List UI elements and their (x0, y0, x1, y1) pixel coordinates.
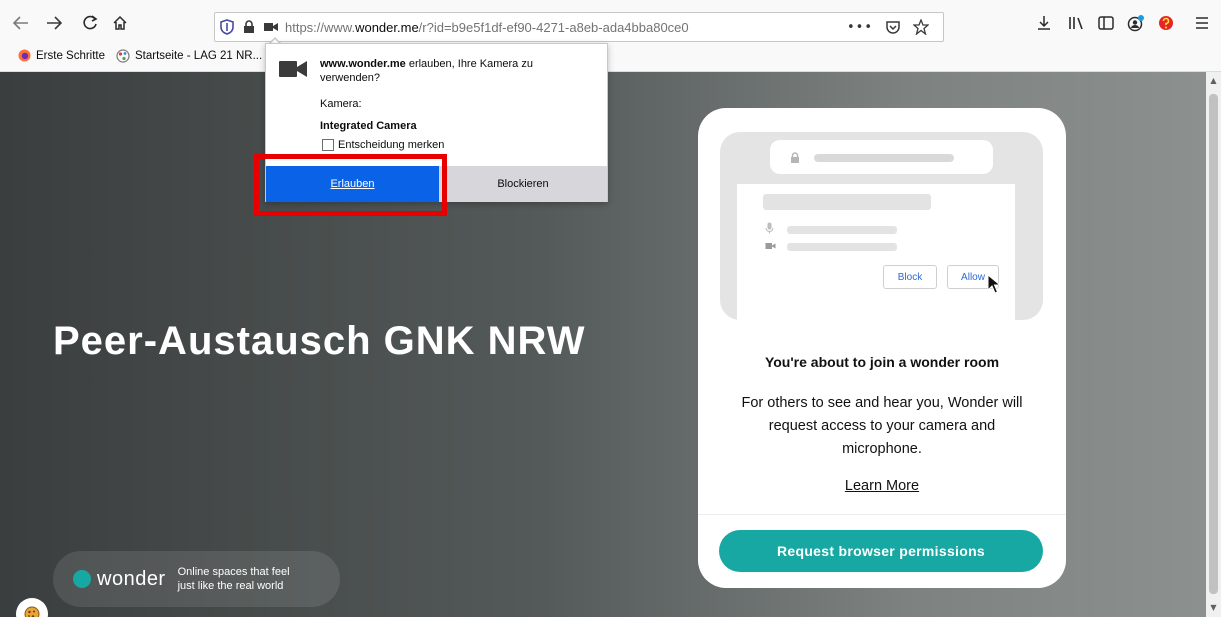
lock-icon (791, 152, 799, 163)
firefox-icon (18, 49, 31, 62)
bookmark-star-icon[interactable] (913, 19, 929, 35)
bookmark-label: Startseite - LAG 21 NR... (135, 50, 263, 62)
library-button[interactable] (1064, 10, 1088, 36)
illustration-panel: Block Allow (737, 184, 1015, 320)
video-camera-icon (765, 243, 776, 249)
block-button[interactable]: Blockieren (439, 166, 607, 202)
download-button[interactable] (1032, 10, 1056, 36)
room-title: Peer-Austausch GNK NRW (53, 319, 586, 363)
reload-button[interactable] (76, 10, 104, 36)
scroll-down-arrow-icon[interactable]: ▼ (1209, 603, 1218, 613)
popup-message: www.wonder.me erlauben, Ihre Kamera zu v… (320, 57, 590, 85)
brand-name: wonder (97, 567, 166, 590)
cookie-icon (24, 606, 40, 617)
camera-icon (279, 61, 307, 77)
camera-icon[interactable] (261, 17, 281, 37)
learn-more-link[interactable]: Learn More (698, 478, 1066, 494)
home-button[interactable] (106, 10, 134, 36)
menu-icon (1196, 17, 1208, 29)
library-icon (1069, 17, 1083, 30)
bookmark-erste-schritte[interactable]: Erste Schritte (18, 49, 105, 62)
forward-icon (47, 16, 62, 30)
remember-checkbox[interactable] (322, 139, 334, 151)
bookmark-startseite[interactable]: Startseite - LAG 21 NR... (116, 49, 262, 63)
reload-icon (83, 15, 98, 30)
illustration-line (763, 194, 931, 210)
highlight-box (254, 154, 447, 216)
illustration-url-bar (770, 140, 993, 174)
page-actions: ••• (847, 19, 929, 35)
account-icon (1127, 15, 1144, 32)
permission-illustration: Block Allow (720, 132, 1043, 320)
tracking-shield-icon[interactable] (217, 17, 237, 37)
brand-pill[interactable]: wonder Online spaces that feel just like… (53, 551, 340, 607)
extension-button[interactable] (1154, 10, 1178, 36)
scroll-up-arrow-icon[interactable]: ▲ (1209, 76, 1218, 86)
sidebar-button[interactable] (1094, 10, 1118, 36)
microphone-icon (765, 222, 774, 234)
illustration-url-placeholder (814, 154, 954, 162)
forward-button[interactable] (40, 10, 68, 36)
url-prefix: https://www. (285, 19, 356, 35)
remember-decision[interactable]: Entscheidung merken (322, 139, 444, 151)
url-bar[interactable]: https://www.wonder.me/r?id=b9e5f1df-ef90… (214, 12, 944, 42)
extension-icon (1159, 16, 1173, 30)
account-button[interactable] (1124, 10, 1148, 36)
wonder-logo-icon (73, 570, 91, 588)
lock-icon[interactable] (239, 17, 259, 37)
card-body: For others to see and hear you, Wonder w… (741, 395, 1023, 457)
illustration-line (787, 243, 897, 251)
cookie-button[interactable] (16, 598, 48, 617)
camera-device[interactable]: Integrated Camera (320, 120, 417, 132)
scroll-thumb[interactable] (1209, 94, 1218, 594)
bookmark-label: Erste Schritte (36, 49, 106, 62)
mouse-cursor-icon (987, 274, 1001, 294)
back-icon (12, 16, 28, 30)
illustration-block-button: Block (883, 265, 937, 289)
request-permissions-button[interactable]: Request browser permissions (719, 530, 1043, 572)
globe-icon (116, 49, 130, 63)
remember-label[interactable]: Entscheidung merken (338, 139, 444, 151)
url-text[interactable]: https://www.wonder.me/r?id=b9e5f1df-ef90… (285, 20, 689, 35)
page-scrollbar[interactable]: ▲ ▼ (1206, 72, 1221, 617)
popup-site: www.wonder.me (320, 58, 406, 70)
pocket-icon[interactable] (885, 19, 901, 35)
bookmarks-toolbar: Erste Schritte Startseite - LAG 21 NR... (0, 45, 1221, 72)
home-icon (113, 15, 127, 30)
brand-tagline: Online spaces that feel just like the re… (177, 566, 290, 592)
menu-button[interactable] (1190, 10, 1214, 36)
join-room-card: Block Allow You're about to join a wonde… (698, 108, 1066, 588)
more-icon[interactable]: ••• (847, 20, 873, 35)
card-divider (698, 514, 1066, 515)
illustration-line (787, 226, 897, 234)
browser-toolbar: https://www.wonder.me/r?id=b9e5f1df-ef90… (0, 0, 1221, 45)
card-heading: You're about to join a wonder room (764, 354, 1000, 370)
url-host: wonder.me (355, 19, 419, 35)
download-icon (1038, 16, 1050, 30)
sidebar-icon (1098, 16, 1114, 30)
camera-label: Kamera: (320, 98, 362, 110)
back-button[interactable] (6, 10, 36, 36)
url-path: /r?id=b9e5f1df-ef90-4271-a8eb-ada4bba80c… (418, 19, 689, 35)
